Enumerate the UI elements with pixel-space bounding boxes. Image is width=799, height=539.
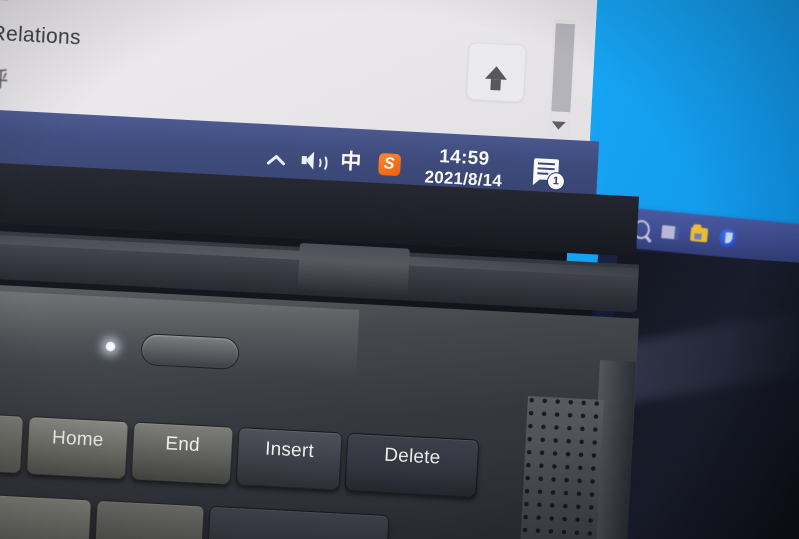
speaker-icon[interactable] xyxy=(301,151,328,173)
taskbar-clock[interactable]: 14:59 2021/8/14 xyxy=(424,146,503,191)
blue-app-icon[interactable] xyxy=(718,227,738,248)
hinge-cap xyxy=(297,243,410,295)
task-view-icon[interactable] xyxy=(661,224,680,241)
file-explorer-icon[interactable] xyxy=(689,226,709,243)
chevron-up-icon[interactable] xyxy=(266,149,285,168)
scroll-to-top-button[interactable] xyxy=(465,41,527,103)
notification-center-icon[interactable]: 1 xyxy=(533,158,566,191)
document-heading: Relations xyxy=(0,21,82,50)
triangle-down-icon[interactable] xyxy=(551,121,566,130)
key-row2-b[interactable] xyxy=(93,499,205,539)
sogou-input-icon[interactable]: S xyxy=(377,152,401,177)
key-insert[interactable]: Insert xyxy=(235,427,343,491)
key-partial-left[interactable] xyxy=(0,414,24,474)
key-delete[interactable]: Delete xyxy=(344,432,480,498)
document-cjk-text: 呼 xyxy=(0,67,9,94)
power-button[interactable] xyxy=(140,333,240,371)
clock-time: 14:59 xyxy=(438,146,490,171)
key-row2-a[interactable] xyxy=(0,494,92,539)
key-end[interactable]: End xyxy=(130,421,234,485)
arrow-up-icon xyxy=(484,65,508,80)
speaker-grille xyxy=(520,396,604,539)
power-led-indicator xyxy=(105,341,116,352)
key-home[interactable]: Home xyxy=(25,416,129,480)
ime-indicator[interactable]: 中 xyxy=(340,149,362,174)
laptop-photo: Relations 呼 中 S 14:59 2021/8/14 1 Home E… xyxy=(0,0,799,539)
collapse-triangle-icon[interactable] xyxy=(0,0,9,1)
notification-badge: 1 xyxy=(546,171,566,191)
